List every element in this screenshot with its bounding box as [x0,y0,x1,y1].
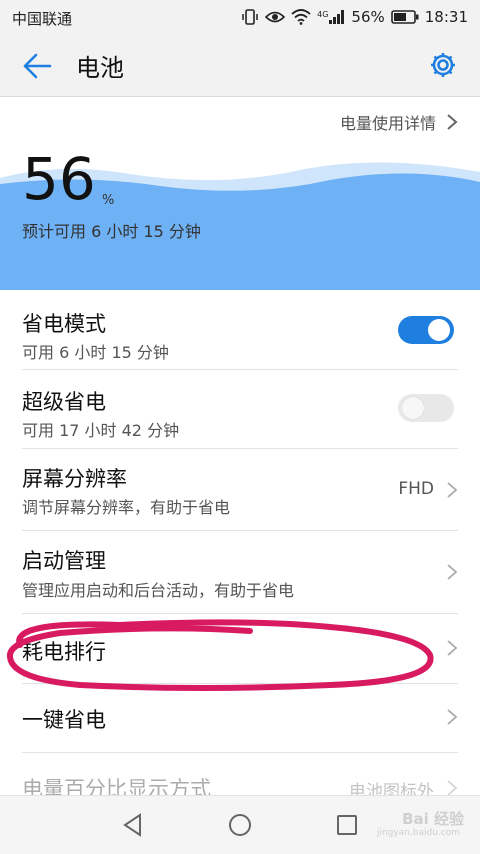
list-item-one-tap-optimize[interactable]: 一键省电 [0,684,480,752]
chevron-right-icon [447,564,458,580]
power-saving-toggle[interactable] [398,316,454,344]
item-subtitle: 可用 6 小时 15 分钟 [22,343,169,362]
watermark-logo: Bai 经验 [402,810,464,828]
chevron-right-icon [447,482,458,498]
chevron-right-icon [447,114,458,130]
battery-level: 56 [22,145,96,213]
item-subtitle: 管理应用启动和后台活动，有助于省电 [22,581,295,600]
battery-percent-text: 56% [351,8,385,26]
toggle-knob [402,397,424,419]
item-title: 超级省电 [22,390,106,414]
battery-estimate: 预计可用 6 小时 15 分钟 [22,222,201,241]
item-value: FHD [398,479,434,499]
list-item-screen-resolution[interactable]: 屏幕分辨率 调节屏幕分辨率，有助于省电 FHD [0,449,480,530]
item-subtitle: 可用 17 小时 42 分钟 [22,421,180,440]
app-bar: 电池 [0,34,480,97]
vibrate-icon [241,8,259,26]
chevron-right-icon [447,709,458,725]
item-title: 耗电排行 [22,640,106,664]
nav-home-button[interactable] [225,810,255,840]
eye-comfort-icon [265,10,286,24]
circle-home-icon [229,814,251,836]
list-item-power-consumption-ranking[interactable]: 耗电排行 [0,614,480,683]
carrier-label: 中国联通 [12,10,73,28]
square-recents-icon [337,815,357,835]
chevron-right-icon [447,640,458,656]
arrow-left-icon [23,53,52,79]
battery-usage-detail-link[interactable]: 电量使用详情 [340,110,458,134]
ultra-power-saving-toggle[interactable] [398,394,454,422]
wifi-icon [291,9,311,25]
settings-button[interactable] [428,50,458,80]
network-type: 4G [317,10,329,19]
list-item-startup-management[interactable]: 启动管理 管理应用启动和后台活动，有助于省电 [0,531,480,613]
item-title: 一键省电 [22,708,106,732]
battery-icon [390,10,419,24]
battery-level-unit: % [102,193,115,208]
watermark-url: jingyan.baidu.com [376,828,460,838]
item-subtitle: 调节屏幕分辨率，有助于省电 [22,498,231,517]
list-item-power-saving[interactable]: 省电模式 可用 6 小时 15 分钟 [0,292,480,369]
nav-back-button[interactable] [118,810,148,840]
gear-icon [431,53,455,77]
clock-text: 18:31 [424,8,468,26]
item-title: 屏幕分辨率 [22,467,127,491]
back-button[interactable] [22,52,52,80]
toggle-knob [428,319,450,341]
signal-icon: 4G [317,10,345,24]
item-title: 省电模式 [22,312,106,336]
battery-usage-detail-label: 电量使用详情 [339,114,436,133]
item-title: 启动管理 [22,549,106,573]
status-icons: 4G 56% 18:31 [241,7,468,27]
nav-recents-button[interactable] [332,810,362,840]
status-bar: 中国联通 4G 56% 18:31 [0,0,480,34]
list-item-ultra-power-saving[interactable]: 超级省电 可用 17 小时 42 分钟 [0,370,480,448]
page-title: 电池 [76,54,124,82]
triangle-back-icon [123,813,141,837]
